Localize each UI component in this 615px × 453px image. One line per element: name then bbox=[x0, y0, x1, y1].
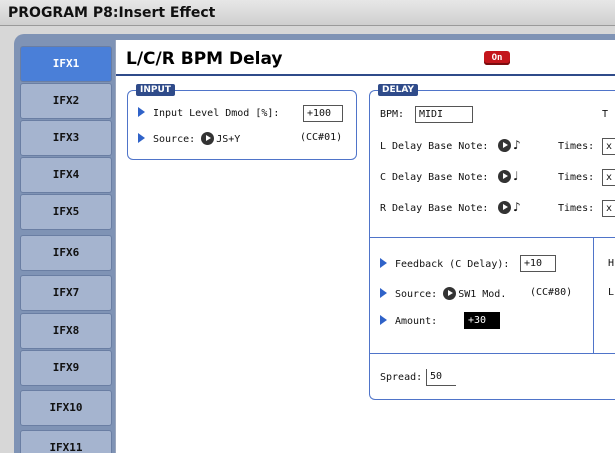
spread-field[interactable]: 50 bbox=[426, 369, 456, 386]
section-divider bbox=[370, 237, 615, 238]
popup-knob-icon[interactable] bbox=[498, 170, 511, 183]
arrow-icon bbox=[380, 315, 387, 325]
spread-label: Spread: bbox=[380, 372, 423, 383]
arrow-icon bbox=[138, 107, 145, 117]
r-times-label: Times: bbox=[558, 203, 595, 214]
bpm-label: BPM: bbox=[380, 109, 405, 120]
effect-title: L/C/R BPM Delay bbox=[126, 49, 283, 69]
c-delay-base-note-label: C Delay Base Note: bbox=[380, 172, 489, 183]
popup-knob-icon[interactable] bbox=[443, 287, 457, 300]
tab-ifx7[interactable]: IFX7 bbox=[20, 275, 112, 311]
feedback-source-value[interactable]: SW1 Mod. bbox=[458, 289, 506, 300]
tab-ifx3[interactable]: IFX3 bbox=[20, 120, 112, 156]
r-times-field[interactable]: x bbox=[602, 200, 615, 217]
l-times-label: Times: bbox=[558, 141, 595, 152]
popup-knob-icon[interactable] bbox=[201, 132, 215, 145]
input-section-label: INPUT bbox=[136, 84, 175, 96]
amount-label: Amount: bbox=[395, 316, 438, 327]
tab-ifx5[interactable]: IFX5 bbox=[20, 194, 112, 230]
bpm-field[interactable]: MIDI bbox=[415, 106, 473, 123]
delay-section: DELAY BPM: MIDI T L Delay Base Note: ♪ T… bbox=[369, 84, 615, 400]
l-delay-note-icon[interactable]: ♪ bbox=[513, 138, 521, 152]
feedback-right-cut-2: L bbox=[608, 287, 615, 298]
tab-ifx8[interactable]: IFX8 bbox=[20, 313, 112, 349]
section-divider bbox=[593, 238, 594, 353]
input-source-label: Source: bbox=[153, 134, 196, 145]
l-times-field[interactable]: x bbox=[602, 138, 615, 155]
r-delay-base-note-label: R Delay Base Note: bbox=[380, 203, 489, 214]
feedback-label: Feedback (C Delay): bbox=[395, 259, 510, 270]
arrow-icon bbox=[380, 258, 387, 268]
c-delay-note-icon[interactable]: ♩ bbox=[513, 169, 519, 183]
tab-ifx6[interactable]: IFX6 bbox=[20, 235, 112, 271]
c-times-field[interactable]: x bbox=[602, 169, 615, 186]
c-times-label: Times: bbox=[558, 172, 595, 183]
input-section: INPUT Input Level Dmod [%]: +100 Source:… bbox=[127, 84, 357, 160]
r-delay-note-icon[interactable]: ♪ bbox=[513, 200, 521, 214]
feedback-source-label: Source: bbox=[395, 289, 438, 300]
input-level-dmod-field[interactable]: +100 bbox=[303, 105, 343, 122]
tab-ifx4[interactable]: IFX4 bbox=[20, 157, 112, 193]
tab-ifx2[interactable]: IFX2 bbox=[20, 83, 112, 119]
popup-knob-icon[interactable] bbox=[498, 139, 511, 152]
feedback-right-cut-1: H bbox=[608, 258, 615, 269]
input-level-dmod-label: Input Level Dmod [%]: bbox=[153, 108, 280, 119]
effect-on-button[interactable]: On bbox=[484, 51, 510, 65]
popup-knob-icon[interactable] bbox=[498, 201, 511, 214]
section-divider bbox=[370, 353, 615, 354]
feedback-field[interactable]: +10 bbox=[520, 255, 556, 272]
l-delay-base-note-label: L Delay Base Note: bbox=[380, 141, 489, 152]
arrow-icon bbox=[138, 133, 145, 143]
tab-ifx1[interactable]: IFX1 bbox=[20, 46, 112, 82]
input-source-cc: (CC#01) bbox=[300, 132, 343, 143]
arrow-icon bbox=[380, 288, 387, 298]
tab-ifx9[interactable]: IFX9 bbox=[20, 350, 112, 386]
tab-ifx10[interactable]: IFX10 bbox=[20, 390, 112, 426]
bpm-right-cut: T bbox=[602, 109, 609, 120]
tab-ifx11[interactable]: IFX11 bbox=[20, 430, 112, 453]
input-source-value[interactable]: JS+Y bbox=[216, 134, 240, 145]
feedback-source-cc: (CC#80) bbox=[530, 287, 573, 298]
delay-section-label: DELAY bbox=[378, 84, 418, 96]
effect-content: L/C/R BPM Delay On INPUT Input Level Dmo… bbox=[115, 40, 615, 453]
window-title: PROGRAM P8:Insert Effect bbox=[0, 0, 615, 26]
amount-field[interactable]: +30 bbox=[464, 312, 500, 329]
effect-header: L/C/R BPM Delay On bbox=[116, 40, 615, 76]
